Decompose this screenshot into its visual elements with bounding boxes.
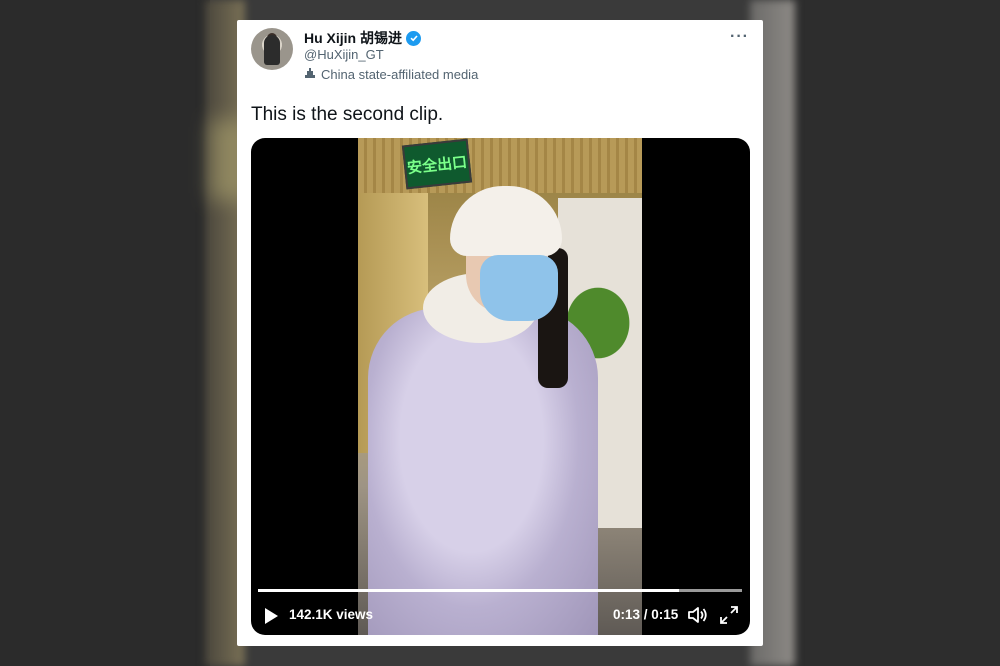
view-count: 142.1K views xyxy=(289,607,374,622)
author-handle[interactable]: @HuXijin_GT xyxy=(304,47,384,62)
exit-sign: 安全出口 xyxy=(401,138,473,190)
tweet-text: This is the second clip. xyxy=(251,104,444,125)
backdrop-left xyxy=(0,0,210,666)
avatar-figure xyxy=(264,35,280,65)
avatar[interactable] xyxy=(251,28,293,70)
video-controls: 142.1K views 0:13 / 0:15 xyxy=(251,600,750,630)
video-ceiling xyxy=(358,138,642,193)
author-name-row: Hu Xijin 胡锡进 xyxy=(304,28,421,48)
video-time: 0:13 / 0:15 xyxy=(613,607,679,622)
video-frame: 安全出口 xyxy=(358,138,642,635)
tweet-card: Hu Xijin 胡锡进 @HuXijin_GT China state-aff… xyxy=(237,20,763,646)
backdrop-right xyxy=(790,0,1000,666)
video-progress-bar[interactable] xyxy=(258,589,742,592)
video-person-mask xyxy=(480,255,558,321)
verified-badge-icon xyxy=(406,30,421,46)
state-media-label-text: China state-affiliated media xyxy=(321,67,479,82)
volume-icon[interactable] xyxy=(687,605,709,625)
video-player[interactable]: 安全出口 142.1K views 0:13 / 0:15 xyxy=(251,138,750,635)
video-person-hat xyxy=(450,186,562,256)
video-progress-fill xyxy=(258,589,680,592)
state-media-label[interactable]: China state-affiliated media xyxy=(304,67,478,82)
fullscreen-icon[interactable] xyxy=(719,605,739,625)
more-icon[interactable]: ··· xyxy=(730,28,749,46)
state-media-icon xyxy=(304,67,316,82)
display-name[interactable]: Hu Xijin 胡锡进 xyxy=(304,28,402,48)
play-icon[interactable] xyxy=(265,608,278,624)
